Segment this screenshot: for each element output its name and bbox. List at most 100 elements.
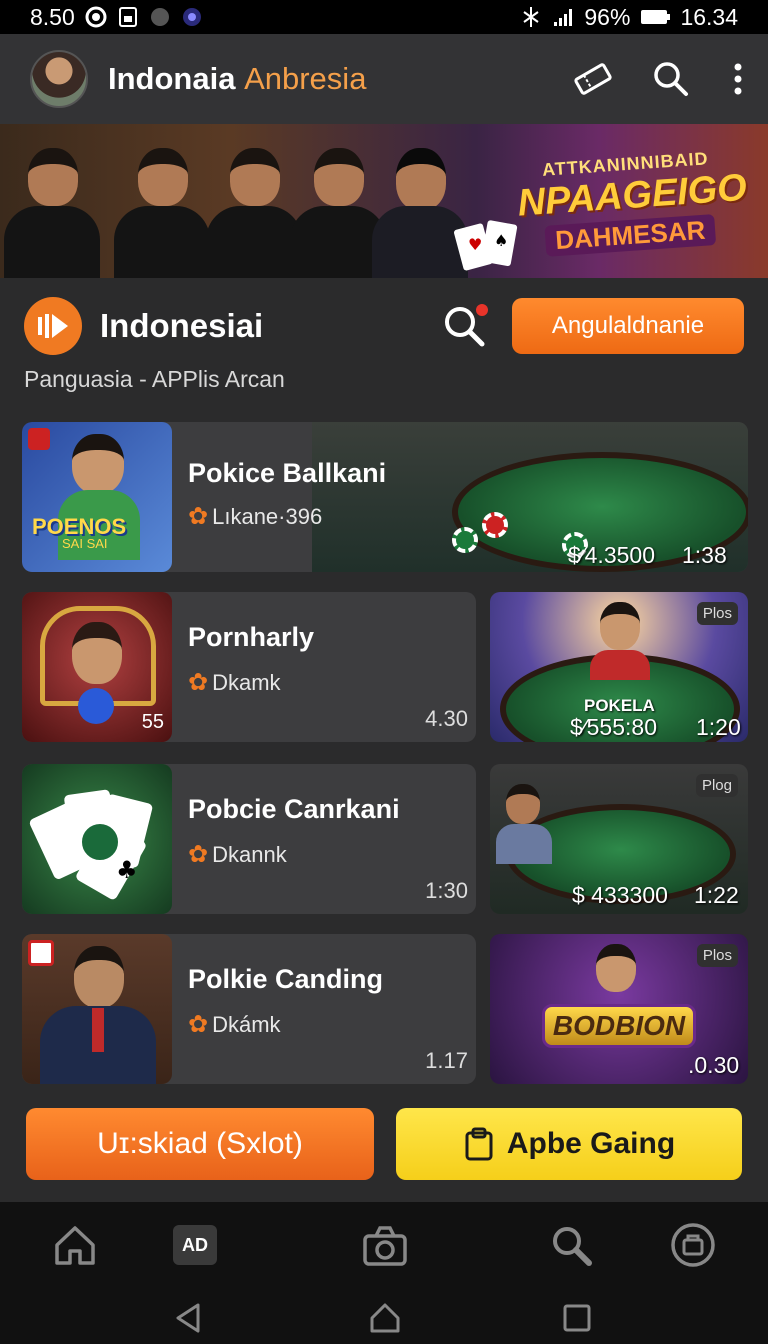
bottom-navigation: AD [0, 1202, 768, 1344]
brand-logo [24, 297, 82, 355]
avatar[interactable] [30, 50, 88, 108]
nav-shop[interactable] [668, 1220, 718, 1270]
system-recents-button[interactable] [552, 1298, 602, 1338]
tile-price: $⁄555:80 [570, 714, 657, 740]
banner-person [114, 148, 210, 278]
signal-icon [554, 9, 573, 26]
badge-icon [28, 428, 50, 450]
gear-icon: ✿ [188, 669, 209, 696]
slot-button[interactable]: Uɪ:skiad (Sxlot) [26, 1108, 374, 1180]
thumbnail-face [72, 622, 122, 684]
search-icon [654, 62, 688, 96]
shopping-bag-icon [671, 1223, 715, 1267]
game-card[interactable]: POENOS SAI SAI Pokice Ballkani ✿ Lıkane·3… [22, 422, 748, 572]
brand-logo-icon [38, 314, 68, 338]
svg-text:♥: ♥ [468, 235, 482, 254]
tile-tag: Plos [696, 602, 738, 625]
tile-tag: Plos [696, 944, 738, 967]
thumbnail-subtitle: SAI SAI [62, 536, 108, 551]
tile-time: 1:20 [696, 714, 741, 740]
badge-icon [28, 940, 54, 966]
app-bar: Indonaia Anbresia [0, 34, 768, 124]
nav-camera[interactable] [360, 1220, 410, 1270]
card-meta: ✿ Dkámk [188, 1010, 281, 1039]
more-vertical-icon [734, 63, 742, 95]
card-meta: ✿ Dkamk [188, 668, 281, 697]
gear-icon: ✿ [188, 841, 209, 868]
tile-time: 1:22 [694, 882, 739, 908]
back-triangle-icon [176, 1303, 200, 1333]
status-bar: 8.50 96% 16.34 [0, 0, 768, 34]
game-card[interactable]: ♣ Pobcie Canrkani ✿ Dkannk 1:30 [22, 764, 476, 914]
app-title-main: Indonaia [108, 61, 236, 96]
more-menu-button[interactable] [728, 58, 748, 100]
ad-badge: AD [173, 1225, 217, 1265]
status-time: 8.50 [30, 3, 75, 30]
card-meta-text: Dkámk [212, 1011, 281, 1037]
section-action-button[interactable]: Angulaldnanie [512, 298, 744, 354]
tile-logo: BODBION [542, 1004, 696, 1048]
home-outline-icon [370, 1303, 400, 1333]
ticket-button[interactable] [572, 58, 614, 100]
status-clock: 16.34 [680, 3, 738, 30]
svg-text:♠: ♠ [494, 231, 508, 250]
host-figure [596, 944, 636, 992]
game-tile[interactable]: POKELA $⁄555:80 1:20 Plos [490, 592, 748, 742]
gear-icon: ✿ [188, 1011, 209, 1038]
search-icon [553, 1227, 592, 1266]
app-notification-icon [150, 8, 169, 26]
tile-price: $ 433300 [572, 882, 668, 908]
camera-icon [363, 1226, 407, 1266]
card-thumbnail: ♣ [22, 764, 172, 914]
battery-icon [641, 10, 671, 24]
section-search-button[interactable] [442, 304, 488, 348]
app-notification-icon-2 [182, 8, 201, 26]
dealer-figure [600, 602, 640, 650]
player-figure [506, 784, 540, 824]
apbe-gaing-label: Apbe Gaing [506, 1127, 676, 1160]
chip-icon [452, 527, 478, 553]
card-thumbnail: 55 [22, 592, 172, 742]
thumbnail-face [72, 434, 124, 494]
card-price: $⁄4.3500 [568, 542, 655, 568]
nav-home[interactable] [50, 1220, 100, 1270]
section-subtitle: Panguasia - APPlis Arcan [24, 366, 285, 392]
card-meta-text: Lıkane·396 [212, 503, 323, 529]
game-tile[interactable]: BODBION .0.30 Plos [490, 934, 748, 1084]
tile-tag: Plog [695, 774, 738, 797]
game-card[interactable]: 55 Pornharly ✿ Dkamk 4.30 [22, 592, 476, 742]
nav-search[interactable] [546, 1220, 596, 1270]
home-icon [55, 1226, 95, 1265]
card-meta: ✿ Lıkane·396 [188, 502, 322, 531]
apbe-gaing-button[interactable]: Apbe Gaing [396, 1108, 742, 1180]
banner-person [206, 148, 302, 278]
card-title: Pokice Ballkani [188, 458, 387, 488]
card-time: 1:38 [682, 542, 727, 568]
card-thumbnail [22, 934, 172, 1084]
search-button[interactable] [650, 58, 692, 100]
sim-icon [118, 7, 137, 27]
bluetooth-icon [523, 7, 539, 27]
system-home-button[interactable] [360, 1298, 410, 1338]
thumbnail-badge: 55 [141, 711, 164, 733]
banner-person [4, 148, 100, 278]
card-title: Pobcie Canrkani [188, 794, 400, 824]
ball-icon [78, 688, 114, 724]
tie [92, 1008, 104, 1052]
card-meta-text: Dkamk [212, 669, 281, 695]
recents-square-icon [563, 1304, 591, 1332]
record-icon [85, 6, 107, 28]
card-meta: ✿ Dkannk [188, 840, 287, 869]
card-meta-text: Dkannk [212, 841, 287, 867]
game-card[interactable]: Polkie Canding ✿ Dkámk 1.17 [22, 934, 476, 1084]
thumbnail-face [74, 946, 124, 1008]
promo-banner[interactable]: ♥ ♠ ATTKANINNIBAID NPAAGEIGO DAHMESAR [0, 124, 768, 278]
card-title: Polkie Canding [188, 964, 384, 994]
section-title: Indonesiai [100, 307, 264, 344]
game-tile[interactable]: $ 433300 1:22 Plog [490, 764, 748, 914]
system-back-button[interactable] [164, 1298, 214, 1338]
dealer-body [590, 650, 650, 680]
tile-price: .0.30 [688, 1052, 740, 1078]
nav-ad[interactable]: AD [170, 1220, 220, 1270]
battery-percent: 96% [584, 3, 631, 30]
